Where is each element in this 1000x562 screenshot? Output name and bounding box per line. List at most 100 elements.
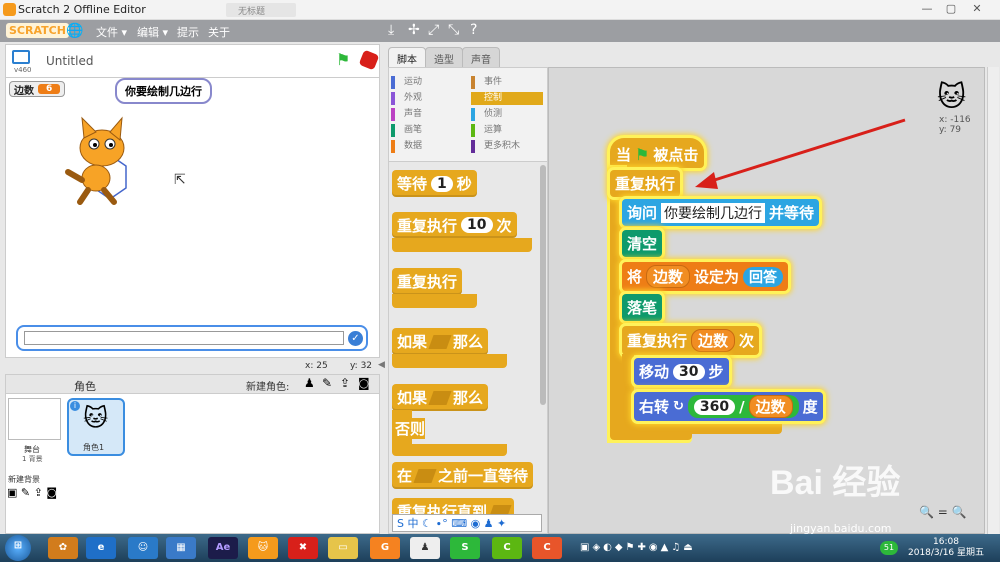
turn-label: 右转 xyxy=(639,398,670,416)
taskbar-app-1[interactable]: ✿ xyxy=(48,537,78,559)
ask-input[interactable] xyxy=(24,331,344,345)
category-more-blocks[interactable]: 更多积木 xyxy=(471,140,520,153)
divide-operator[interactable]: 360 / 边数 xyxy=(687,395,799,418)
ask-question-input[interactable]: 你要绘制几边行 xyxy=(661,202,766,223)
category-operators[interactable]: 运算 xyxy=(471,124,502,137)
background-tab[interactable]: 无标题 xyxy=(226,3,296,17)
taskbar-calculator-icon[interactable]: ▦ xyxy=(166,537,196,559)
taskbar-app-13[interactable]: C xyxy=(532,537,562,559)
category-data[interactable]: 数据 xyxy=(391,140,422,153)
condition-slot[interactable] xyxy=(428,334,452,349)
clear-block[interactable]: 清空 xyxy=(622,230,663,257)
cat-sprite-icon[interactable] xyxy=(60,110,145,205)
tab-scripts[interactable]: 脚本 xyxy=(388,47,426,67)
repeat-count-reporter[interactable]: 边数 xyxy=(691,329,736,352)
taskbar-app-7[interactable]: ✖ xyxy=(288,537,318,559)
taskbar-scratch-icon[interactable]: 🐱 xyxy=(248,537,278,559)
palette-if-else-block[interactable]: 如果 那么 xyxy=(392,384,489,411)
stage-thumbnail[interactable] xyxy=(8,398,61,440)
speech-bubble: 你要绘制几边行 xyxy=(115,78,212,104)
category-sensing[interactable]: 侦测 xyxy=(471,108,502,121)
degrees-label: 度 xyxy=(802,398,818,416)
wait-value[interactable]: 1 xyxy=(431,175,453,192)
backdrop-tools-icon[interactable]: ▣ ✎ ⇪ ◙ xyxy=(7,486,57,499)
system-tray-icons[interactable]: ▣◈◐◆⚑✚◉▲♫⏏ xyxy=(580,542,696,553)
menu-about[interactable]: 关于 xyxy=(208,24,230,40)
close-button[interactable]: ✕ xyxy=(966,2,988,17)
forever-block[interactable]: 重复执行 xyxy=(610,170,681,197)
help-tool-icon[interactable]: ? xyxy=(470,22,477,38)
taskbar-app-3[interactable]: ☺ xyxy=(128,537,158,559)
taskbar-app-9[interactable]: G xyxy=(370,537,400,559)
repeat-value[interactable]: 10 xyxy=(461,217,493,233)
stop-sign-icon[interactable] xyxy=(358,49,380,71)
ask-answer-box[interactable]: ✓ xyxy=(16,325,368,351)
turn-right-block[interactable]: 右转 ↻ 360 / 边数 度 xyxy=(634,392,823,421)
tab-costumes[interactable]: 造型 xyxy=(425,47,463,67)
divide-variable[interactable]: 边数 xyxy=(748,395,793,418)
category-events[interactable]: 事件 xyxy=(471,76,502,89)
zoom-controls-icon[interactable]: 🔍 = 🔍 xyxy=(919,505,967,519)
taskbar-clock[interactable]: 16:08 2018/3/16 星期五 xyxy=(908,537,984,559)
upload-icon[interactable]: ⇪ xyxy=(340,376,350,390)
green-flag-icon[interactable]: ⚑ xyxy=(336,50,350,69)
palette-if-block[interactable]: 如果 那么 xyxy=(392,328,489,355)
taskbar-app-11[interactable]: S xyxy=(450,537,480,559)
start-button[interactable]: ⊞ xyxy=(5,535,31,561)
category-motion[interactable]: 运动 xyxy=(391,76,422,89)
condition-slot[interactable] xyxy=(428,390,452,405)
scripts-scrollbar[interactable] xyxy=(987,67,999,534)
category-looks[interactable]: 外观 xyxy=(391,92,422,105)
if-else-label: 如果 xyxy=(397,389,428,407)
menu-file[interactable]: 文件 ▾ xyxy=(96,24,127,40)
variable-dropdown[interactable]: 边数 xyxy=(646,265,691,288)
camera-icon[interactable]: ◙ xyxy=(358,376,370,390)
shrink-tool-icon[interactable]: ⤡ xyxy=(448,22,459,38)
answer-reporter[interactable]: 回答 xyxy=(743,266,784,287)
if-else-c-bottom xyxy=(392,444,507,456)
ask-and-wait-block[interactable]: 询问 你要绘制几边行 并等待 xyxy=(622,199,820,226)
menu-tips[interactable]: 提示 xyxy=(177,24,199,40)
info-icon[interactable]: i xyxy=(70,401,80,411)
palette-repeat-block[interactable]: 重复执行 10 次 xyxy=(392,212,517,238)
category-sound[interactable]: 声音 xyxy=(391,108,422,121)
set-variable-block[interactable]: 将 边数 设定为 回答 xyxy=(622,262,789,291)
category-pen[interactable]: 画笔 xyxy=(391,124,422,137)
move-steps-input[interactable]: 30 xyxy=(673,363,705,380)
tray-badge[interactable]: 51 xyxy=(880,541,898,555)
palette-scrollbar[interactable] xyxy=(540,165,546,405)
block-palette[interactable]: 等待 1 秒 重复执行 10 次 重复执行 如果 那么 如果 那么 否则 在 之… xyxy=(388,162,548,534)
maximize-button[interactable]: ▢ xyxy=(940,2,962,17)
steps-label: 步 xyxy=(708,363,724,381)
repeat-block[interactable]: 重复执行 边数 次 xyxy=(622,326,760,355)
taskbar-after-effects-icon[interactable]: Ae xyxy=(208,537,238,559)
fullscreen-icon[interactable] xyxy=(12,50,30,64)
checkmark-icon[interactable]: ✓ xyxy=(348,331,363,346)
taskbar-app-10[interactable]: ♟ xyxy=(410,537,440,559)
menu-edit[interactable]: 编辑 ▾ xyxy=(137,24,168,40)
paint-brush-icon[interactable]: ✎ xyxy=(322,376,332,390)
project-title[interactable]: Untitled xyxy=(46,54,93,68)
taskbar-app-12[interactable]: C xyxy=(492,537,522,559)
condition-slot[interactable] xyxy=(413,468,437,483)
palette-forever-block[interactable]: 重复执行 xyxy=(392,268,463,295)
divide-numerator[interactable]: 360 xyxy=(693,398,736,415)
grow-tool-icon[interactable]: ⤢ xyxy=(428,22,439,38)
category-control[interactable]: 控制 xyxy=(471,92,543,105)
globe-icon[interactable]: 🌐 xyxy=(66,23,83,39)
sprite-thumbnail[interactable]: i 🐱 角色1 xyxy=(67,398,125,456)
mouse-cursor-icon: ⇱ xyxy=(174,172,186,188)
taskbar-ie-icon[interactable]: e xyxy=(86,537,116,559)
sprite-library-icon[interactable]: ♟ xyxy=(304,376,315,390)
duplicate-tool-icon[interactable]: ⤓ xyxy=(388,22,394,38)
ime-toolbar[interactable]: S 中 ☾ ∙° ⌨ ◉ ♟ ✦ xyxy=(392,514,542,532)
pen-down-block[interactable]: 落笔 xyxy=(622,294,663,321)
minimize-button[interactable]: — xyxy=(916,2,938,17)
delete-tool-icon[interactable]: ✢ xyxy=(408,22,420,38)
palette-wait-until-block[interactable]: 在 之前一直等待 xyxy=(392,462,534,489)
palette-wait-block[interactable]: 等待 1 秒 xyxy=(392,170,477,197)
collapse-arrow-icon[interactable]: ◀ xyxy=(378,360,385,370)
tab-sounds[interactable]: 声音 xyxy=(462,47,500,67)
move-steps-block[interactable]: 移动 30 步 xyxy=(634,358,729,385)
taskbar-folder-icon[interactable]: ▭ xyxy=(328,537,358,559)
